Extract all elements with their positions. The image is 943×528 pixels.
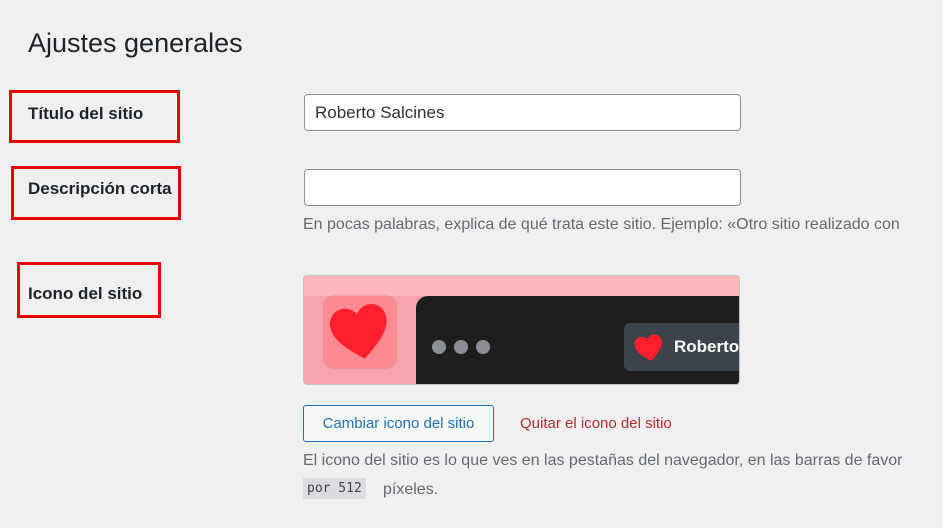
site-icon-description: El icono del sitio es lo que ves en las … xyxy=(303,452,903,469)
heart-icon xyxy=(634,334,662,361)
tagline-description: En pocas palabras, explica de qué trata … xyxy=(303,216,900,233)
site-icon-description-end: píxeles. xyxy=(383,481,439,498)
change-site-icon-button[interactable]: Cambiar icono del sitio xyxy=(303,405,494,442)
site-title-label: Título del sitio xyxy=(28,104,144,123)
tab-title: Roberto Salci... xyxy=(674,337,740,356)
browser-tab-preview: Roberto Salci... ✕ xyxy=(624,323,740,371)
browser-preview: Roberto Salci... ✕ xyxy=(416,296,740,384)
page-title: Ajustes generales xyxy=(28,28,243,58)
heart-icon xyxy=(329,304,387,359)
tagline-label: Descripción corta xyxy=(28,179,172,198)
window-dot-icon xyxy=(454,340,468,354)
tagline-input[interactable] xyxy=(304,169,741,206)
site-title-input[interactable] xyxy=(304,94,741,131)
window-dot-icon xyxy=(432,340,446,354)
site-icon-size-code: por 512 xyxy=(303,478,366,499)
preview-background xyxy=(304,276,739,296)
site-icon-label: Icono del sitio xyxy=(28,284,143,303)
app-icon-preview xyxy=(324,296,396,368)
remove-site-icon-button[interactable]: Quitar el icono del sitio xyxy=(520,415,672,432)
site-icon-preview: Roberto Salci... ✕ xyxy=(303,275,740,385)
window-dot-icon xyxy=(476,340,490,354)
